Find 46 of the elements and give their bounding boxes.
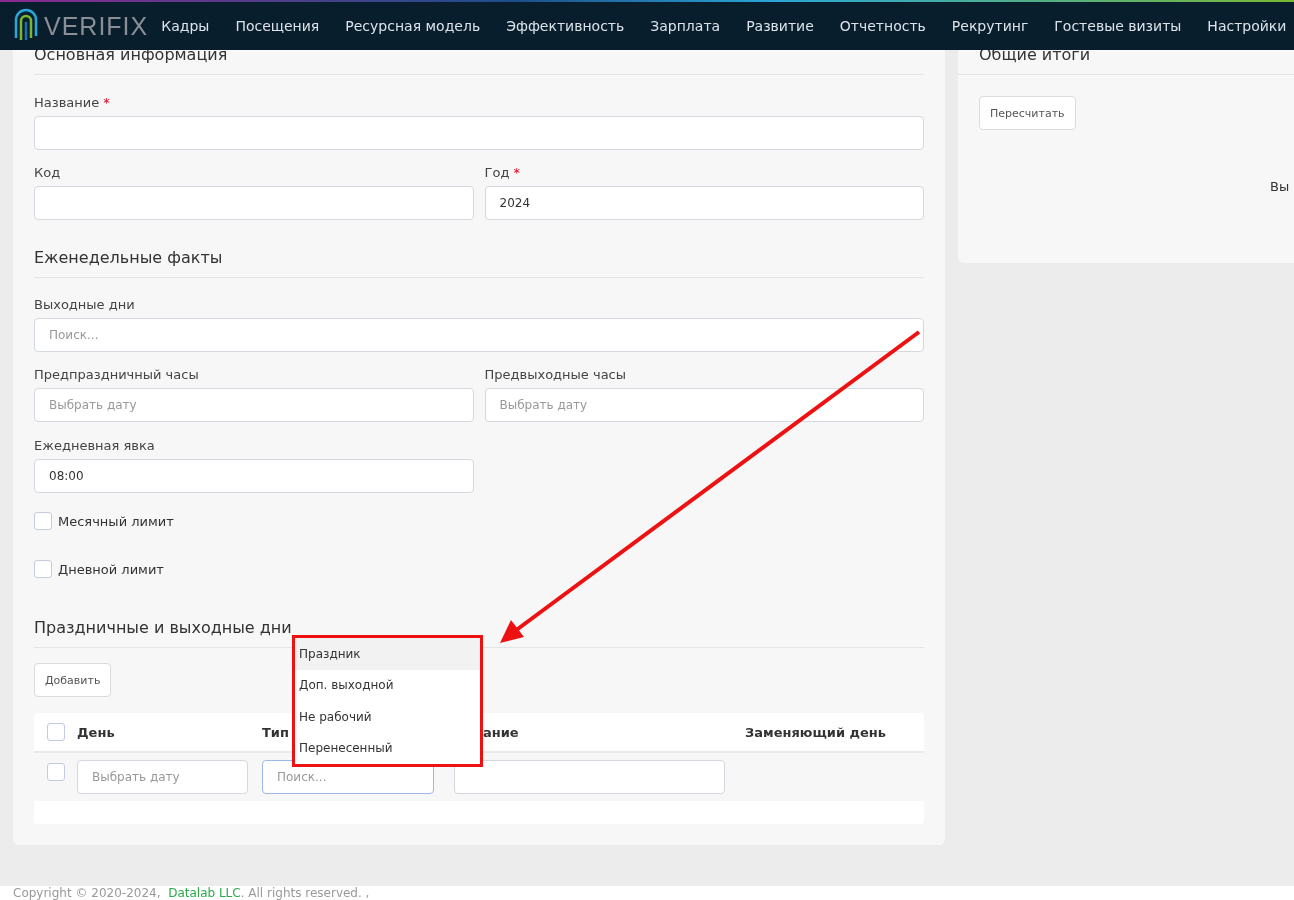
field-label: Выходные дни	[34, 297, 136, 312]
nav-link[interactable]: Эффективность	[493, 18, 638, 34]
nav-link[interactable]: Отчетность	[826, 18, 939, 34]
field-label: Предвыходные часы	[484, 367, 628, 382]
section-title: Еженедельные факты	[34, 248, 924, 278]
dropdown-option[interactable]: Праздник	[295, 638, 480, 670]
field-label: Ежедневная явка	[34, 438, 156, 453]
nav-link[interactable]: Ресурсная модель	[332, 18, 494, 34]
required-mark: *	[513, 165, 520, 180]
column-header: ание	[483, 724, 519, 740]
nav-link[interactable]: Развитие	[733, 18, 827, 34]
date-field[interactable]: Выбрать дату	[77, 760, 248, 794]
info-text: Вы	[1270, 179, 1291, 194]
nav-link[interactable]: Посещения	[222, 18, 333, 34]
code-field[interactable]	[34, 186, 474, 220]
add-button[interactable]: Добавить	[34, 663, 112, 697]
column-header: Заменяющий день	[745, 724, 887, 740]
year-field[interactable]: 2024	[484, 186, 924, 220]
nav-link[interactable]: Зарплата	[637, 18, 734, 34]
field-label: Год	[484, 165, 510, 180]
date-field[interactable]: Выбрать дату	[34, 388, 474, 422]
name-field[interactable]	[34, 116, 924, 150]
recalculate-button[interactable]: Пересчитать	[979, 96, 1076, 130]
nav-link[interactable]: Гостевые визиты	[1041, 18, 1195, 34]
brand-name: VERIFIX	[44, 11, 149, 41]
date-field[interactable]: Выбрать дату	[484, 388, 924, 422]
copyright-text: Copyright © 2020-2024,	[13, 886, 161, 900]
nav-link[interactable]: Рекрутинг	[938, 18, 1042, 34]
column-header: Тип	[262, 724, 289, 740]
field-label: Код	[34, 165, 62, 180]
checkbox[interactable]	[34, 512, 52, 530]
time-field[interactable]: 08:00	[34, 459, 474, 493]
search-field[interactable]: Поиск...	[34, 318, 924, 352]
nav-link[interactable]: Настройки	[1194, 18, 1294, 34]
checkbox[interactable]	[47, 763, 65, 781]
column-header: День	[77, 724, 115, 740]
checkbox[interactable]	[47, 723, 65, 741]
nav-link[interactable]: Кадры	[148, 18, 223, 34]
required-mark: *	[103, 95, 110, 110]
field-label: Предпраздничный часы	[34, 367, 200, 382]
name-field[interactable]	[454, 760, 725, 794]
checkbox-label: Месячный лимит	[58, 513, 174, 529]
copyright-text: . All rights reserved. ,	[240, 886, 370, 900]
checkbox[interactable]	[34, 560, 52, 578]
checkbox-label: Дневной лимит	[58, 561, 164, 577]
field-label: Название	[34, 95, 100, 110]
